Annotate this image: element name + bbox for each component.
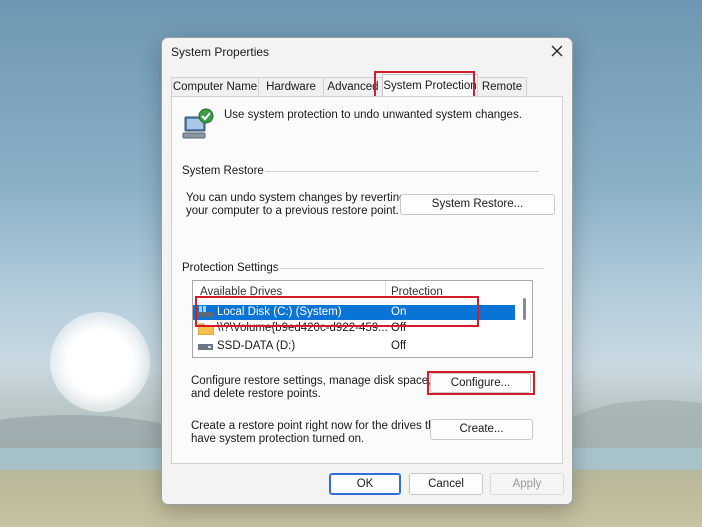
apply-button[interactable]: Apply [490, 473, 564, 495]
drive-d-icon [198, 341, 214, 357]
configure-highlight-box [427, 371, 535, 395]
system-protection-icon [182, 107, 216, 141]
ok-button[interactable]: OK [329, 473, 401, 495]
window-title: System Properties [171, 45, 270, 59]
drive-d-protection: Off [391, 340, 407, 352]
list-scrollbar[interactable] [523, 298, 526, 320]
tab-computer-name[interactable]: Computer Name [171, 77, 259, 96]
drive-row-d[interactable]: SSD-DATA (D:) Off [193, 339, 515, 354]
drive-d-name: SSD-DATA (D:) [217, 340, 296, 352]
wallpaper-sun [50, 312, 150, 412]
close-icon [551, 45, 563, 57]
tab-highlight-box [374, 71, 475, 99]
create-button[interactable]: Create... [430, 419, 533, 440]
close-button[interactable] [548, 42, 566, 60]
create-text-1: Create a restore point right now for the… [191, 420, 445, 432]
system-restore-divider [265, 171, 539, 172]
tab-remote[interactable]: Remote [477, 77, 527, 96]
system-restore-desc-2: your computer to a previous restore poin… [186, 205, 399, 217]
intro-text: Use system protection to undo unwanted s… [224, 109, 522, 121]
configure-text-2: and delete restore points. [191, 388, 321, 400]
system-restore-button[interactable]: System Restore... [400, 194, 555, 215]
system-restore-heading: System Restore [182, 165, 264, 177]
protection-settings-heading: Protection Settings [182, 262, 279, 274]
system-restore-desc-1: You can undo system changes by reverting [186, 192, 406, 204]
create-text-2: have system protection turned on. [191, 433, 365, 445]
drive-highlight-box [195, 296, 479, 327]
tab-hardware[interactable]: Hardware [258, 77, 324, 96]
protection-settings-divider [276, 268, 544, 269]
cancel-button[interactable]: Cancel [409, 473, 483, 495]
configure-text-1: Configure restore settings, manage disk … [191, 375, 432, 387]
